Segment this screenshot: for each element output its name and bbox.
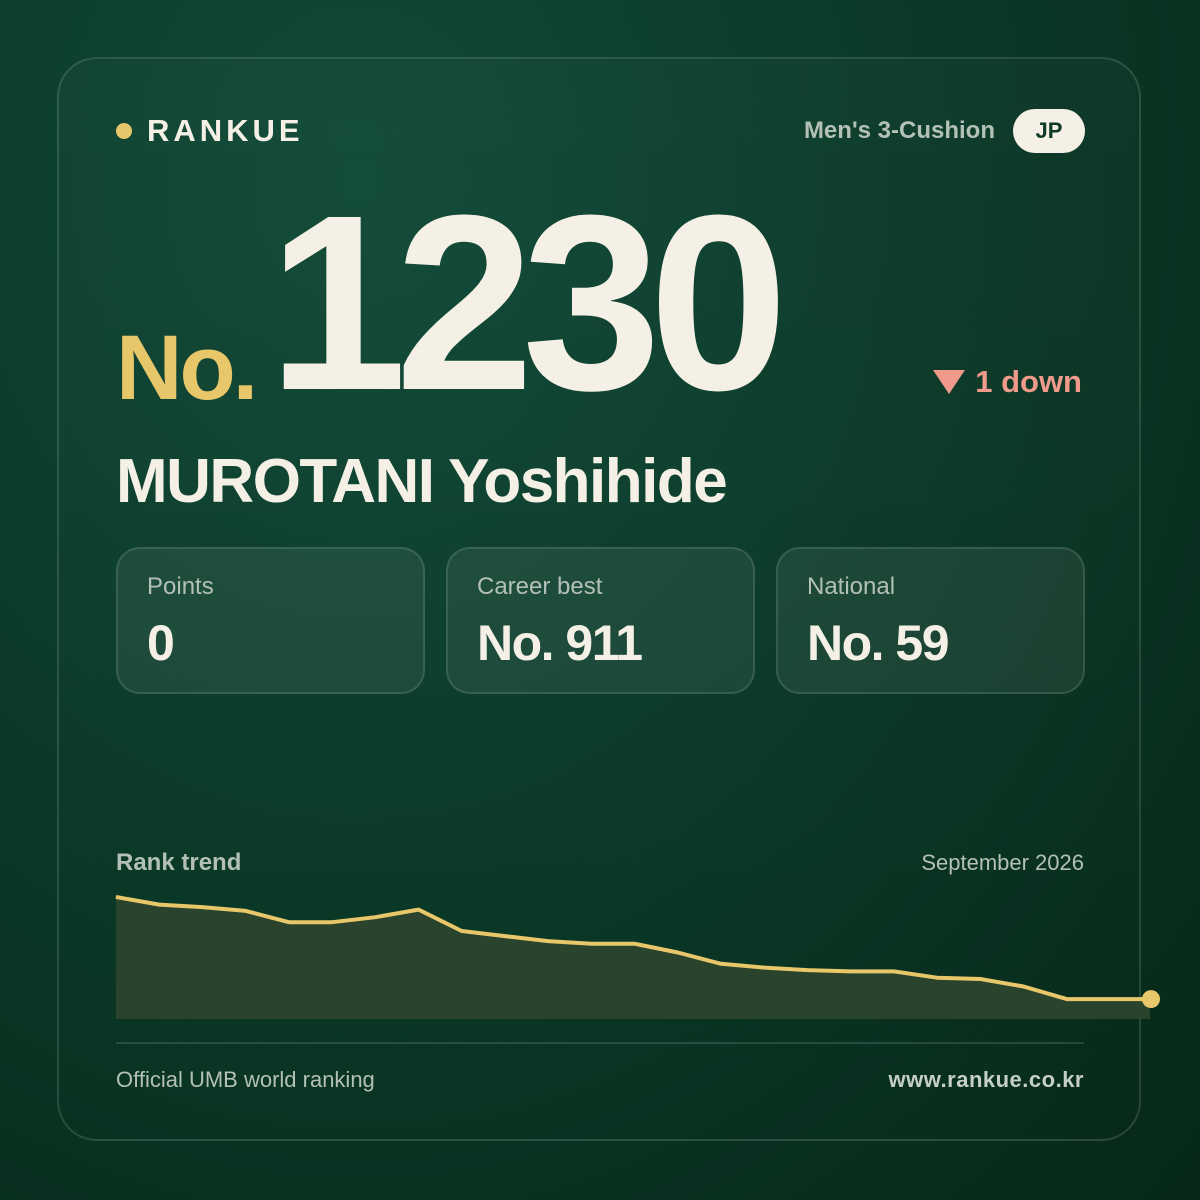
trend-point [634, 943, 636, 945]
footer-divider [116, 1042, 1084, 1044]
trend-point [288, 921, 290, 923]
trend-point [979, 978, 981, 980]
trend-point [115, 896, 117, 898]
trend-point [331, 921, 333, 923]
trend-point [1023, 986, 1025, 987]
trend-point [807, 969, 808, 971]
rank-trend-chart [115, 895, 1160, 1019]
trend-point [374, 916, 376, 918]
trend-point [1066, 998, 1068, 1000]
trend-point [677, 952, 679, 953]
footer-url[interactable]: www.rankue.co.kr [889, 1066, 1084, 1094]
trend-point [461, 930, 463, 932]
trend-point [850, 970, 852, 972]
footer-note: Official UMB world ranking [116, 1067, 375, 1092]
trend-point [763, 967, 765, 969]
trend-point [245, 910, 247, 912]
trend-point [590, 943, 592, 945]
trend-point [158, 904, 160, 906]
trend-point [893, 970, 895, 972]
trend-current-marker [1142, 990, 1160, 1009]
trend-point [418, 909, 419, 911]
trend-point [201, 906, 203, 908]
trend-point [547, 940, 549, 942]
trend-point [504, 935, 506, 937]
trend-point [1109, 998, 1111, 1000]
trend-point [720, 963, 722, 965]
trend-area [116, 897, 1150, 1019]
trend-point [936, 977, 938, 979]
